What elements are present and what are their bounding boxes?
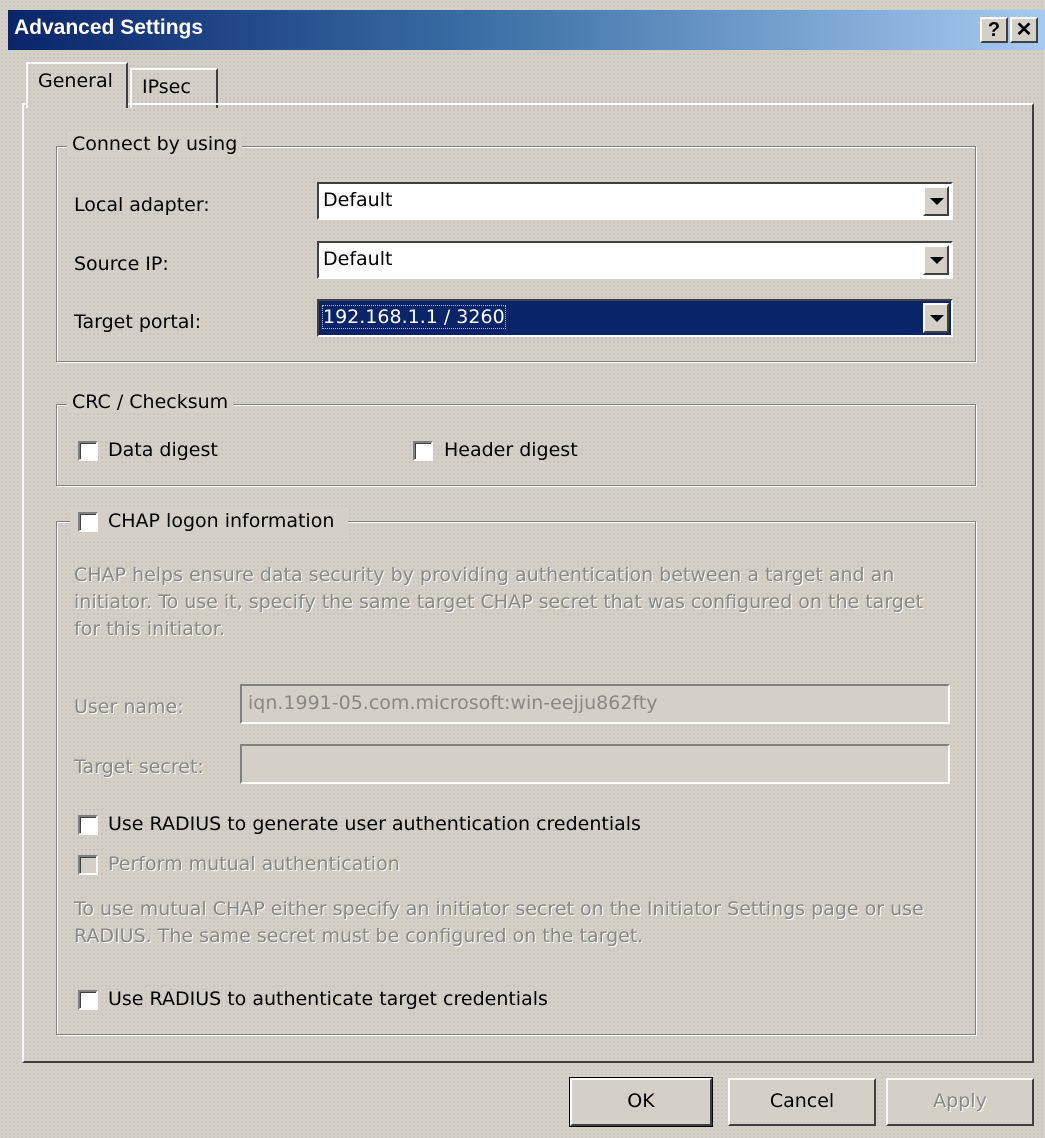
help-button[interactable]: ? (980, 17, 1008, 43)
radius-authenticate-label[interactable]: Use RADIUS to authenticate target creden… (108, 988, 548, 1010)
chap-logon-checkbox[interactable] (78, 512, 98, 532)
header-digest-label[interactable]: Header digest (444, 439, 578, 461)
tab-ipsec[interactable]: IPsec (130, 68, 218, 108)
mutual-description: To use mutual CHAP either specify an ini… (74, 898, 924, 947)
tab-general[interactable]: General (26, 62, 128, 108)
local-adapter-label: Local adapter: (74, 194, 210, 216)
source-ip-value: Default (323, 248, 393, 270)
user-name-field[interactable]: iqn.1991-05.com.microsoft:win-eejju862ft… (240, 684, 950, 724)
chevron-down-icon[interactable] (923, 303, 949, 333)
ok-button[interactable]: OK (569, 1077, 713, 1127)
user-name-label: User name: (74, 696, 184, 718)
target-portal-select[interactable]: 192.168.1.1 / 3260 (317, 299, 953, 337)
mutual-auth-checkbox[interactable] (78, 855, 98, 875)
user-name-value: iqn.1991-05.com.microsoft:win-eejju862ft… (248, 692, 658, 714)
local-adapter-value: Default (323, 189, 393, 211)
chevron-down-icon[interactable] (923, 245, 949, 275)
close-icon[interactable]: ✕ (1010, 17, 1038, 43)
radius-authenticate-checkbox[interactable] (78, 990, 98, 1010)
target-secret-label: Target secret: (74, 756, 204, 778)
crc-group-title: CRC / Checksum (67, 391, 234, 413)
target-secret-field[interactable] (240, 744, 950, 784)
tab-general-label: General (38, 70, 113, 92)
radius-generate-label[interactable]: Use RADIUS to generate user authenticati… (108, 813, 641, 835)
data-digest-label[interactable]: Data digest (108, 439, 218, 461)
target-portal-label: Target portal: (74, 311, 202, 333)
local-adapter-select[interactable]: Default (317, 182, 953, 220)
tab-ipsec-label: IPsec (142, 76, 191, 98)
chap-logon-label[interactable]: CHAP logon information (108, 510, 334, 532)
cancel-button[interactable]: Cancel (728, 1078, 876, 1126)
apply-button[interactable]: Apply (886, 1078, 1034, 1126)
source-ip-label: Source IP: (74, 253, 169, 275)
advanced-settings-dialog: Advanced Settings ? ✕ General IPsec Conn… (0, 0, 1045, 1138)
chap-description: CHAP helps ensure data security by provi… (74, 564, 923, 640)
title-bar[interactable]: Advanced Settings ? ✕ (8, 10, 1045, 50)
connect-group-title: Connect by using (67, 133, 243, 155)
target-portal-value: 192.168.1.1 / 3260 (322, 305, 506, 329)
source-ip-select[interactable]: Default (317, 241, 953, 279)
radius-generate-checkbox[interactable] (78, 815, 98, 835)
header-digest-checkbox[interactable] (413, 441, 433, 461)
data-digest-checkbox[interactable] (78, 441, 98, 461)
chevron-down-icon[interactable] (923, 186, 949, 216)
window-title: Advanced Settings (14, 16, 204, 39)
mutual-auth-label[interactable]: Perform mutual authentication (108, 853, 400, 875)
